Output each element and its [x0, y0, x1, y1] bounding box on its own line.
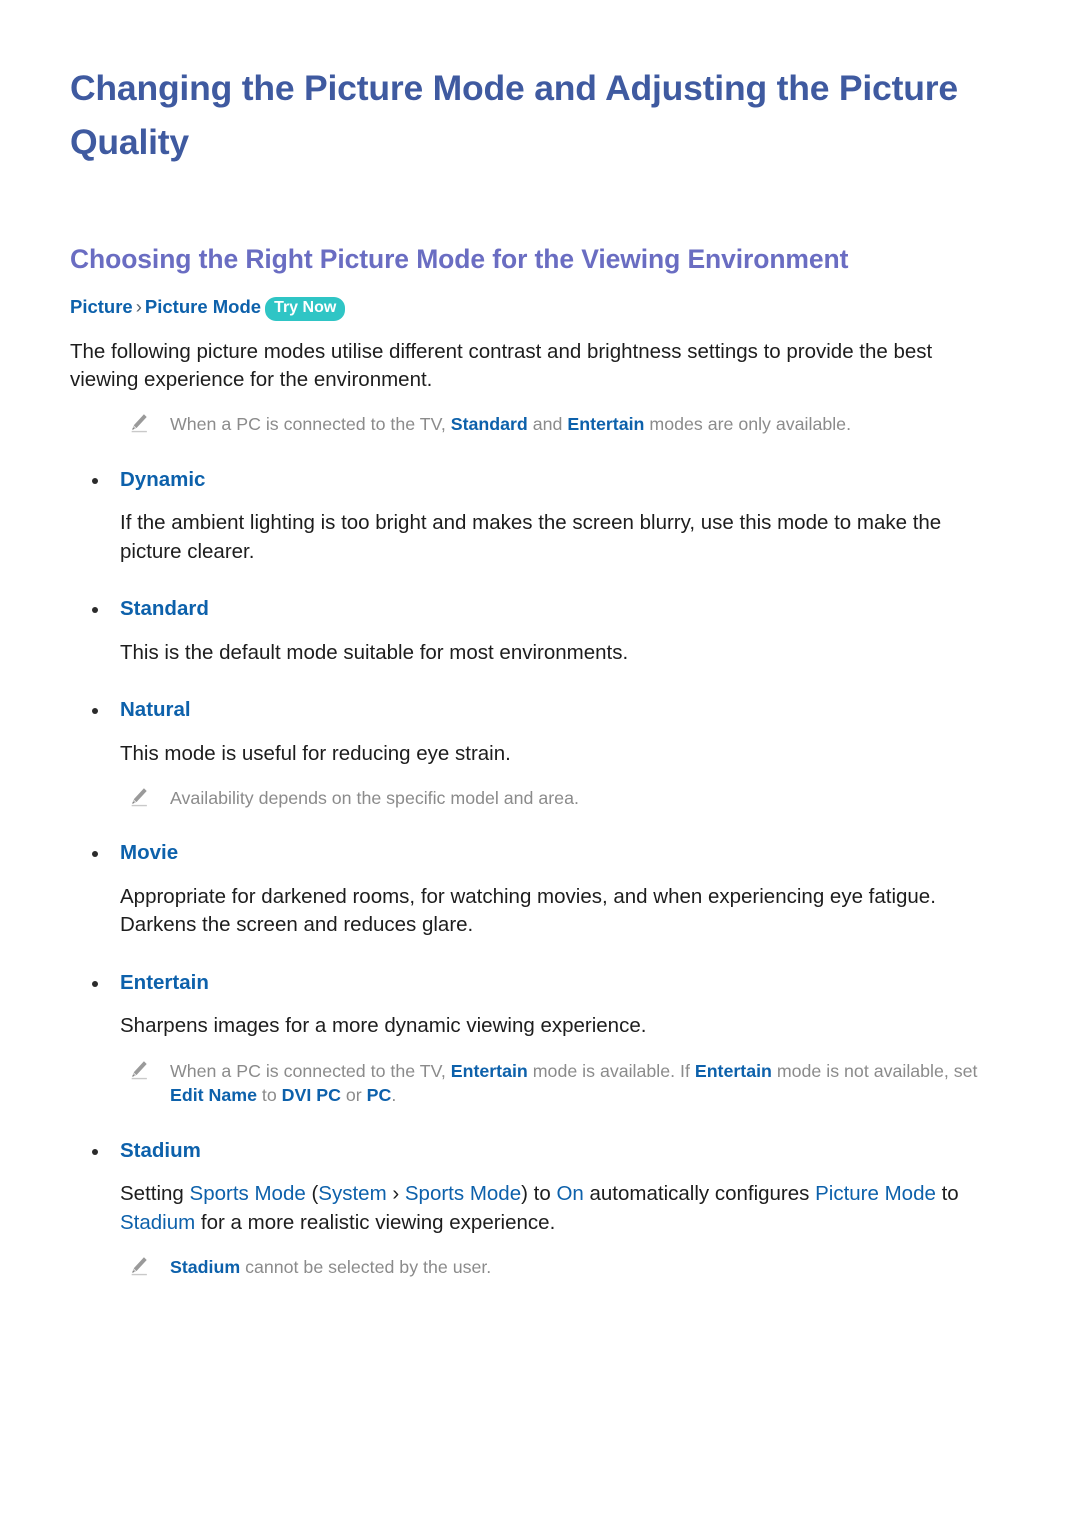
stadium-k3-sports-mode: Sports Mode — [404, 1182, 522, 1206]
mode-description-dynamic: If the ambient lighting is too bright an… — [120, 511, 942, 563]
mode-description-entertain: Sharpens images for a more dynamic viewi… — [120, 1014, 647, 1038]
mode-heading-natural: Natural — [70, 697, 1010, 724]
note-ent-k5-pc: PC — [366, 1085, 392, 1106]
breadcrumb-root[interactable]: Picture — [70, 296, 133, 317]
stadium-k1-sports-mode: Sports Mode — [189, 1182, 306, 1206]
note-ent-k2: Entertain — [694, 1060, 772, 1081]
stadium-t7: for a more realistic viewing experience. — [195, 1210, 556, 1234]
pencil-icon — [131, 1257, 147, 1276]
note-ent-t3: mode is not available, set — [771, 1060, 978, 1081]
note-stadium-t1: cannot be selected by the user. — [240, 1256, 492, 1277]
note-entertain-pc: When a PC is connected to the TV, Entert… — [120, 1059, 1010, 1108]
note-stadium-selection: Stadium cannot be selected by the user. — [120, 1255, 1010, 1280]
stadium-k5-picture-mode: Picture Mode — [815, 1182, 936, 1206]
breadcrumb-separator-icon: › — [135, 296, 142, 318]
breadcrumb-leaf[interactable]: Picture Mode — [145, 296, 261, 317]
mode-label-dynamic: Dynamic — [120, 467, 206, 491]
pencil-icon — [131, 414, 147, 433]
note-text-2: and — [527, 414, 568, 435]
note-text-1: When a PC is connected to the TV, — [170, 414, 451, 435]
note-ent-k4-dvi-pc: DVI PC — [281, 1085, 341, 1106]
mode-label-standard: Standard — [120, 597, 209, 621]
note-ent-t6: . — [391, 1085, 397, 1106]
page-title: Changing the Picture Mode and Adjusting … — [70, 68, 958, 162]
note-ent-t1: When a PC is connected to the TV, — [170, 1060, 451, 1081]
mode-label-entertain: Entertain — [120, 970, 209, 994]
pencil-icon — [131, 788, 147, 807]
pencil-icon — [131, 1060, 147, 1079]
note-stadium-k1: Stadium — [170, 1256, 241, 1277]
note-term-standard: Standard — [450, 414, 528, 435]
mode-heading-entertain: Entertain — [70, 970, 1010, 997]
mode-description-standard: This is the default mode suitable for mo… — [120, 640, 629, 664]
note-ent-t5: or — [340, 1085, 367, 1106]
stadium-t6: to — [935, 1182, 959, 1206]
mode-heading-dynamic: Dynamic — [70, 467, 1010, 494]
note-ent-t2: mode is available. If — [527, 1060, 695, 1081]
note-natural-availability: Availability depends on the specific mod… — [120, 786, 1010, 811]
stadium-k6-stadium: Stadium — [120, 1210, 196, 1234]
note-natural-text: Availability depends on the specific mod… — [170, 787, 579, 808]
breadcrumb: Picture › Picture Mode Try Now — [70, 295, 1010, 321]
note-ent-k1: Entertain — [450, 1060, 528, 1081]
stadium-t4: ) to — [521, 1182, 557, 1206]
mode-heading-stadium: Stadium — [70, 1138, 1010, 1165]
note-ent-t4: to — [256, 1085, 282, 1106]
mode-description-movie: Appropriate for darkened rooms, for watc… — [120, 885, 936, 937]
mode-heading-movie: Movie — [70, 840, 1010, 867]
intro-paragraph: The following picture modes utilise diff… — [70, 339, 933, 392]
stadium-t2: ( — [305, 1182, 319, 1206]
stadium-k4-on: On — [556, 1182, 584, 1206]
note-ent-k3-edit-name: Edit Name — [170, 1085, 257, 1106]
stadium-k2-system: System — [318, 1182, 387, 1206]
mode-heading-standard: Standard — [70, 596, 1010, 623]
stadium-t5: automatically configures — [583, 1182, 816, 1206]
document-page: Changing the Picture Mode and Adjusting … — [0, 0, 1080, 1527]
note-text-3: modes are only available. — [644, 414, 852, 435]
stadium-t3: › — [386, 1182, 405, 1206]
mode-label-movie: Movie — [120, 841, 179, 865]
mode-label-stadium: Stadium — [120, 1138, 201, 1162]
note-pc-connected: When a PC is connected to the TV, Standa… — [120, 412, 1010, 437]
mode-description-stadium: Setting Sports Mode (System › Sports Mod… — [120, 1180, 1000, 1237]
mode-label-natural: Natural — [120, 697, 191, 721]
stadium-t1: Setting — [120, 1182, 190, 1206]
section-title: Choosing the Right Picture Mode for the … — [70, 243, 849, 274]
note-term-entertain: Entertain — [567, 414, 645, 435]
mode-description-natural: This mode is useful for reducing eye str… — [120, 741, 511, 765]
try-now-badge[interactable]: Try Now — [265, 297, 346, 321]
